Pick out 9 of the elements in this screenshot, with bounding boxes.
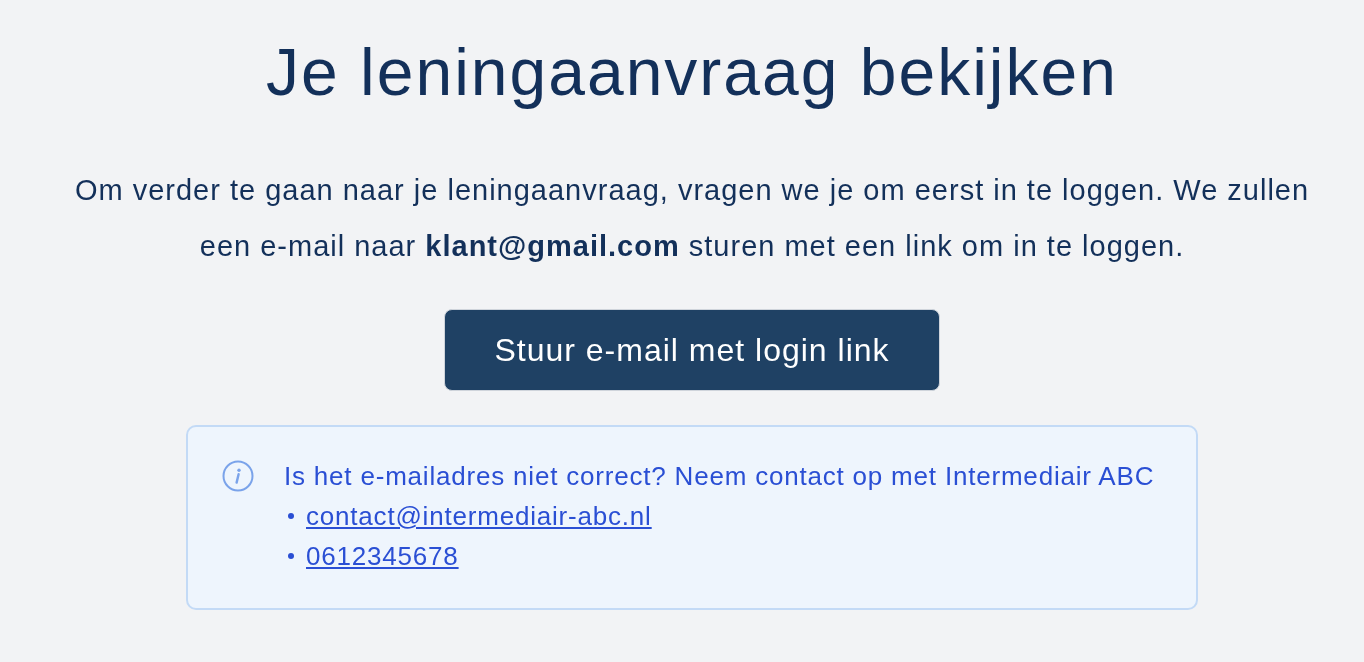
notice-message: Is het e-mailadres niet correct? Neem contact op met Intermediair ABC — [284, 460, 1155, 493]
contact-link[interactable]: contact@intermediair-abc.nl — [306, 496, 652, 536]
info-icon — [222, 460, 254, 492]
contact-link[interactable]: 0612345678 — [306, 536, 459, 576]
send-login-link-button[interactable]: Stuur e-mail met login link — [444, 309, 940, 391]
intro-paragraph: Om verder te gaan naar je leningaanvraag, vragen we je om eerst in te loggen. We zullen een e-mail naar klant@gmail.com sturen met een link om in te loggen. — [73, 173, 1311, 264]
bullet-icon — [288, 513, 294, 519]
page-title: Je leningaanvraag bekijken — [266, 36, 1118, 108]
bullet-icon — [288, 553, 294, 559]
